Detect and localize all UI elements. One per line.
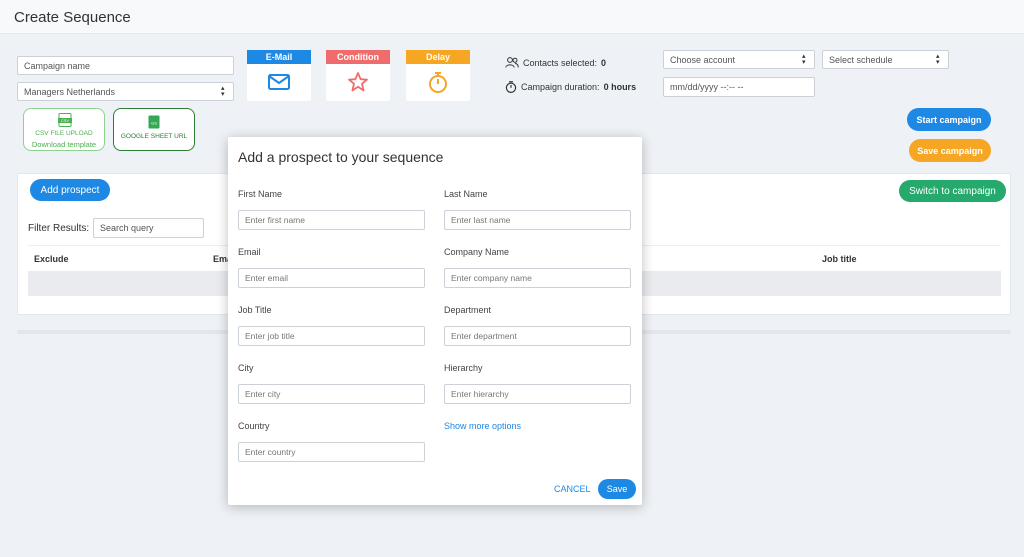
switch-to-campaign-button[interactable]: Switch to campaign xyxy=(899,180,1006,202)
contacts-selected-label: Contacts selected: xyxy=(523,57,598,68)
account-select-value: Choose account xyxy=(670,54,736,65)
email-step[interactable]: E-Mail xyxy=(247,50,311,101)
column-job-title[interactable]: Job title xyxy=(822,254,857,264)
delay-step-label: Delay xyxy=(406,50,470,64)
start-campaign-button[interactable]: Start campaign xyxy=(907,108,991,131)
add-prospect-modal: Add a prospect to your sequence First Na… xyxy=(228,137,642,505)
prospect-list-value: Managers Netherlands xyxy=(24,86,116,97)
csv-upload-button[interactable]: CSV CSV FILE UPLOAD Download template xyxy=(23,108,105,151)
city-label: City xyxy=(238,363,254,373)
job-title-input[interactable]: Enter job title xyxy=(238,326,425,346)
city-input[interactable]: Enter city xyxy=(238,384,425,404)
contacts-selected: Contacts selected: 0 xyxy=(505,57,606,68)
campaign-duration-value: 0 hours xyxy=(603,82,637,92)
campaign-duration-label: Campaign duration: xyxy=(521,82,600,92)
download-template-link[interactable]: Download template xyxy=(24,140,104,149)
search-query-input[interactable]: Search query xyxy=(93,218,204,238)
last-name-input[interactable]: Enter last name xyxy=(444,210,631,230)
first-name-input[interactable]: Enter first name xyxy=(238,210,425,230)
schedule-select-value: Select schedule xyxy=(829,54,893,65)
google-sheet-icon: GS xyxy=(148,115,160,129)
envelope-icon xyxy=(268,74,290,90)
save-campaign-button[interactable]: Save campaign xyxy=(909,139,991,162)
google-sheet-label: GOOGLE SHEET URL xyxy=(120,133,188,140)
add-prospect-button[interactable]: Add prospect xyxy=(30,179,110,201)
filter-results-label: Filter Results: xyxy=(28,223,90,234)
country-input[interactable]: Enter country xyxy=(238,442,425,462)
delay-step[interactable]: Delay xyxy=(406,50,470,101)
condition-step-label: Condition xyxy=(326,50,390,64)
country-label: Country xyxy=(238,421,270,431)
cancel-button[interactable]: CANCEL xyxy=(554,484,591,494)
campaign-duration: Campaign duration: 0 hours xyxy=(505,81,636,93)
svg-text:GS: GS xyxy=(151,121,157,126)
modal-title: Add a prospect to your sequence xyxy=(238,149,444,165)
users-icon xyxy=(505,57,519,68)
condition-step[interactable]: Condition xyxy=(326,50,390,101)
star-icon xyxy=(348,72,368,92)
first-name-label: First Name xyxy=(238,189,283,199)
company-name-label: Company Name xyxy=(444,247,510,257)
page-title: Create Sequence xyxy=(14,9,131,26)
last-name-label: Last Name xyxy=(444,189,488,199)
save-button[interactable]: Save xyxy=(598,479,636,499)
show-more-options-link[interactable]: Show more options xyxy=(444,421,521,431)
email-step-label: E-Mail xyxy=(247,50,311,64)
google-sheet-button[interactable]: GS GOOGLE SHEET URL xyxy=(113,108,195,151)
start-date-input[interactable]: mm/dd/yyyy --:-- -- xyxy=(663,77,815,97)
stopwatch-icon xyxy=(429,72,447,93)
email-label: Email xyxy=(238,247,261,257)
campaign-name-input[interactable]: Campaign name xyxy=(17,56,234,75)
csv-upload-label: CSV FILE UPLOAD xyxy=(35,130,93,137)
email-input[interactable]: Enter email xyxy=(238,268,425,288)
column-exclude[interactable]: Exclude xyxy=(34,254,69,264)
hierarchy-label: Hierarchy xyxy=(444,363,483,373)
department-label: Department xyxy=(444,305,492,315)
schedule-select[interactable]: Select schedule xyxy=(822,50,949,69)
contacts-selected-value: 0 xyxy=(601,57,607,68)
account-select[interactable]: Choose account xyxy=(663,50,815,69)
company-name-input[interactable]: Enter company name xyxy=(444,268,631,288)
stopwatch-small-icon xyxy=(505,81,517,93)
csv-file-icon: CSV xyxy=(58,113,72,127)
job-title-label: Job Title xyxy=(238,305,272,315)
svg-text:CSV: CSV xyxy=(61,118,70,123)
department-input[interactable]: Enter department xyxy=(444,326,631,346)
prospect-list-select[interactable]: Managers Netherlands xyxy=(17,82,234,101)
top-bar: Create Sequence xyxy=(0,0,1024,34)
hierarchy-input[interactable]: Enter hierarchy xyxy=(444,384,631,404)
